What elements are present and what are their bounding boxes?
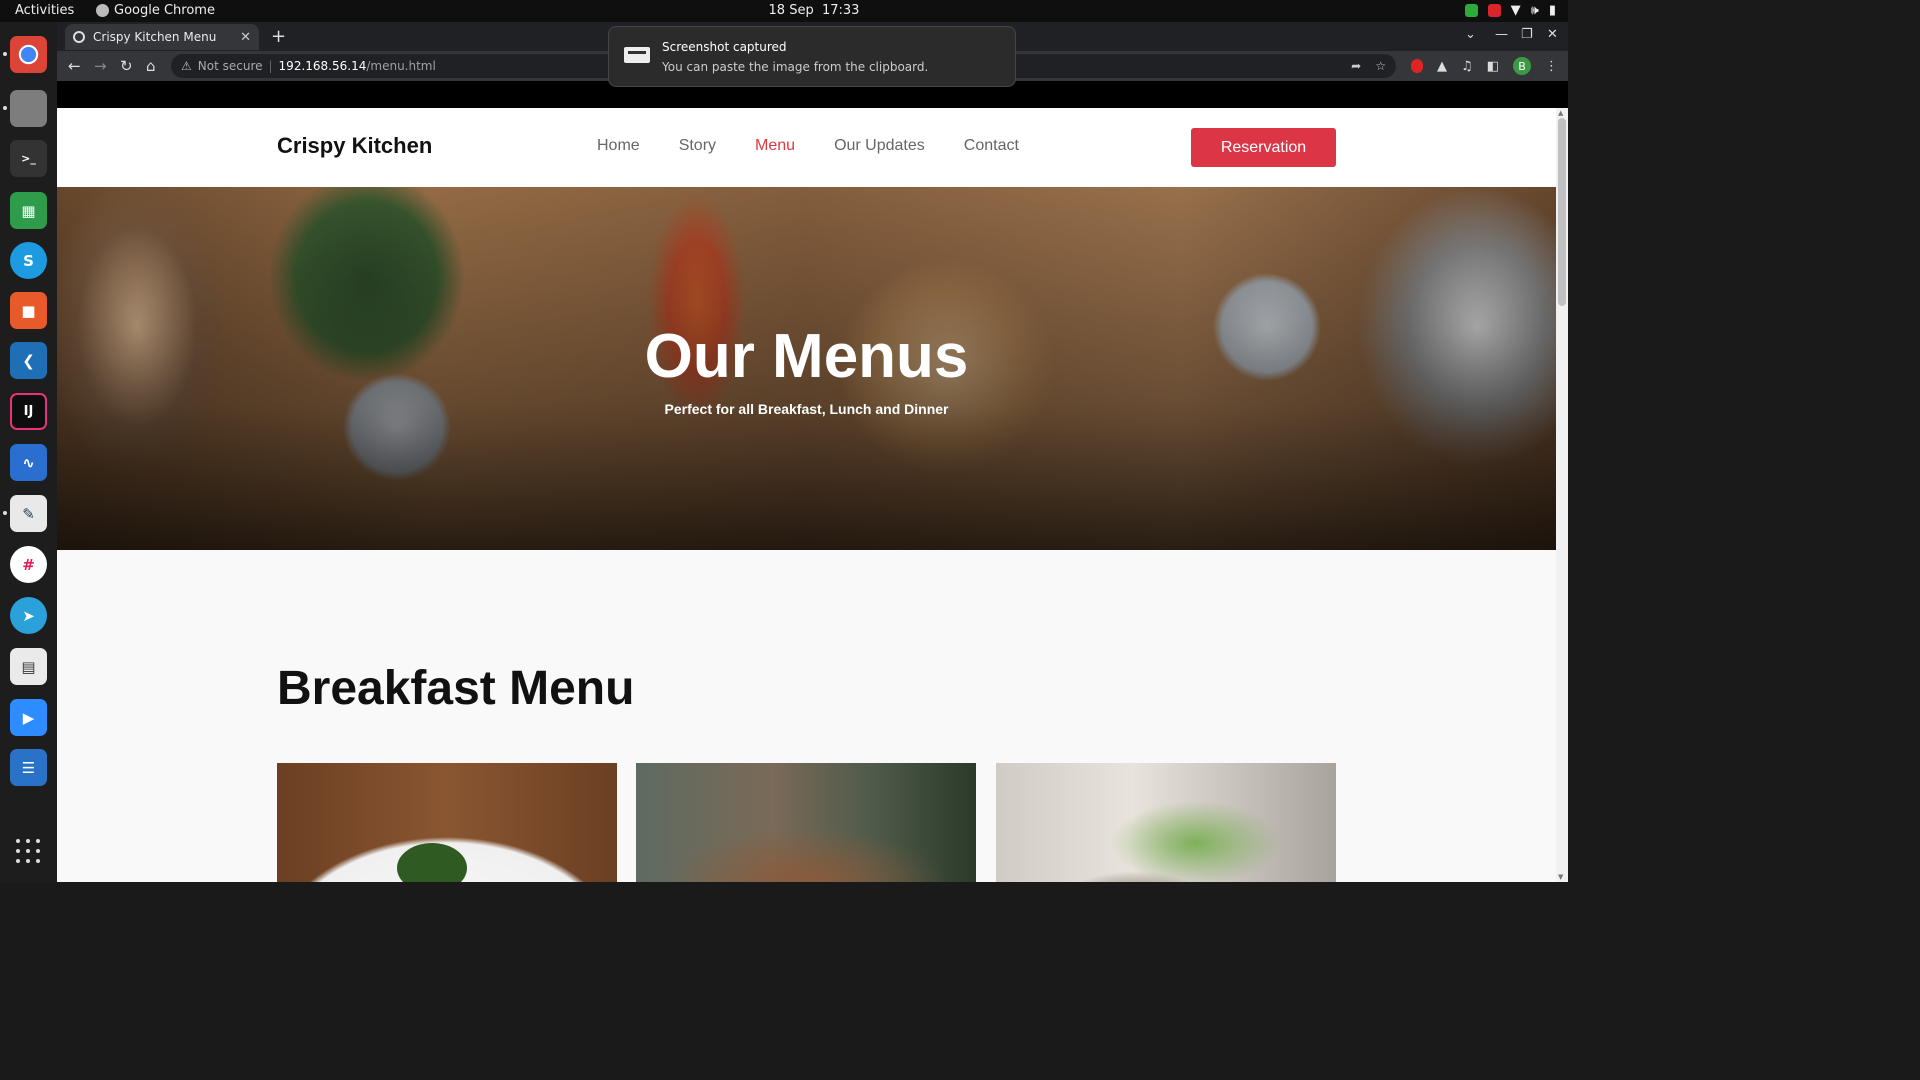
extensions-puzzle-icon[interactable]: ▲: [1437, 59, 1447, 74]
menu-item-image[interactable]: [277, 763, 617, 882]
spreadsheet-icon[interactable]: ▦: [10, 192, 47, 229]
scrollbar-thumb[interactable]: [1558, 118, 1566, 306]
document-icon[interactable]: ☰: [10, 749, 47, 786]
system-top-bar: Activities Google Chrome 18 Sep 17:33 ▼ …: [0, 0, 1568, 22]
bookmark-star-icon[interactable]: ☆: [1375, 59, 1386, 73]
extension-icon[interactable]: [1411, 59, 1424, 73]
profile-avatar[interactable]: B: [1513, 57, 1531, 75]
screenshot-notification[interactable]: Screenshot captured You can paste the im…: [608, 26, 1016, 87]
side-panel-icon[interactable]: ◧: [1487, 59, 1499, 74]
clock[interactable]: 18 Sep 17:33: [0, 3, 1628, 18]
intellij-icon[interactable]: IJ: [10, 393, 47, 430]
share-icon[interactable]: ➦: [1351, 59, 1361, 73]
reader-icon[interactable]: ▤: [10, 648, 47, 685]
chrome-icon[interactable]: [3, 36, 47, 73]
close-tab-icon[interactable]: ✕: [240, 30, 251, 45]
menu-item-image[interactable]: [996, 763, 1336, 882]
show-apps-icon[interactable]: [16, 839, 40, 863]
software-icon[interactable]: ■: [10, 292, 47, 329]
media-control-icon[interactable]: ♫: [1461, 59, 1473, 74]
dock: >_ ▦ S ■ ❮ IJ ∿ ✎ # ➤ ▤ ▶ ☰: [0, 22, 57, 882]
volume-icon[interactable]: 🕪: [1531, 3, 1539, 18]
telegram-icon[interactable]: ➤: [10, 597, 47, 634]
site-brand[interactable]: Crispy Kitchen: [277, 133, 432, 159]
notification-body: You can paste the image from the clipboa…: [662, 60, 929, 74]
forward-icon[interactable]: →: [94, 57, 107, 75]
hero-title: Our Menus: [644, 322, 969, 391]
url-divider: |: [268, 59, 273, 73]
reload-icon[interactable]: ↻: [120, 57, 133, 75]
battery-icon[interactable]: ▮: [1549, 3, 1556, 18]
nav-contact[interactable]: Contact: [964, 137, 1019, 155]
files-icon[interactable]: [3, 90, 47, 127]
hero-banner: Our Menus Perfect for all Breakfast, Lun…: [57, 187, 1556, 550]
more-menu-icon[interactable]: ⋮: [1545, 59, 1558, 74]
browser-tab[interactable]: Crispy Kitchen Menu ✕: [65, 24, 259, 50]
minimize-button[interactable]: —: [1495, 27, 1508, 42]
web-page: Crispy Kitchen Home Story Menu Our Updat…: [57, 108, 1556, 882]
url-host: 192.168.56.14: [278, 59, 367, 73]
section-title: Breakfast Menu: [277, 662, 635, 715]
url-path: /menu.html: [366, 59, 436, 73]
maximize-button[interactable]: ❐: [1521, 27, 1533, 42]
new-tab-button[interactable]: +: [271, 26, 286, 47]
skype-icon[interactable]: S: [10, 242, 47, 279]
date-label: 18 Sep: [768, 3, 814, 18]
globe-icon: [73, 31, 85, 43]
scroll-down-icon[interactable]: ▼: [1558, 873, 1563, 881]
food-garnish: [397, 843, 467, 882]
monitor-icon[interactable]: ∿: [10, 444, 47, 481]
toolbar-actions: ▲ ♫ ◧ B ⋮: [1411, 57, 1558, 75]
zoom-icon[interactable]: ▶: [10, 699, 47, 736]
back-icon[interactable]: ←: [68, 57, 81, 75]
nav-menu[interactable]: Menu: [755, 137, 795, 155]
close-window-button[interactable]: ✕: [1547, 27, 1558, 42]
reservation-button[interactable]: Reservation: [1191, 128, 1336, 167]
slack-icon[interactable]: #: [10, 546, 47, 583]
terminal-icon[interactable]: >_: [10, 140, 47, 177]
screenshot-icon: [624, 47, 650, 63]
tab-search-icon[interactable]: ⌄: [1465, 27, 1476, 42]
menu-item-image[interactable]: [636, 763, 976, 882]
site-navbar: Crispy Kitchen Home Story Menu Our Updat…: [57, 108, 1556, 187]
scroll-up-icon[interactable]: ▲: [1558, 109, 1563, 117]
vscode-icon[interactable]: ❮: [10, 342, 47, 379]
page-scrollbar[interactable]: ▲ ▼: [1556, 108, 1568, 882]
notification-title: Screenshot captured: [662, 40, 787, 54]
nav-home[interactable]: Home: [597, 137, 640, 155]
hero-subtitle: Perfect for all Breakfast, Lunch and Din…: [664, 401, 949, 417]
home-icon[interactable]: ⌂: [146, 57, 156, 75]
text-editor-icon[interactable]: ✎: [3, 495, 47, 532]
tab-title: Crispy Kitchen Menu: [93, 30, 217, 44]
system-tray[interactable]: ▼ 🕪 ▮: [1464, 3, 1556, 18]
update-icon[interactable]: [1464, 4, 1478, 17]
wifi-icon[interactable]: ▼: [1511, 3, 1521, 18]
site-nav: Home Story Menu Our Updates Contact: [597, 137, 1019, 155]
nav-story[interactable]: Story: [679, 137, 716, 155]
recording-icon[interactable]: [1487, 4, 1501, 17]
nav-our-updates[interactable]: Our Updates: [834, 137, 925, 155]
time-label: 17:33: [821, 3, 860, 18]
security-label[interactable]: Not secure: [198, 59, 263, 73]
warning-icon[interactable]: ⚠: [181, 59, 192, 73]
